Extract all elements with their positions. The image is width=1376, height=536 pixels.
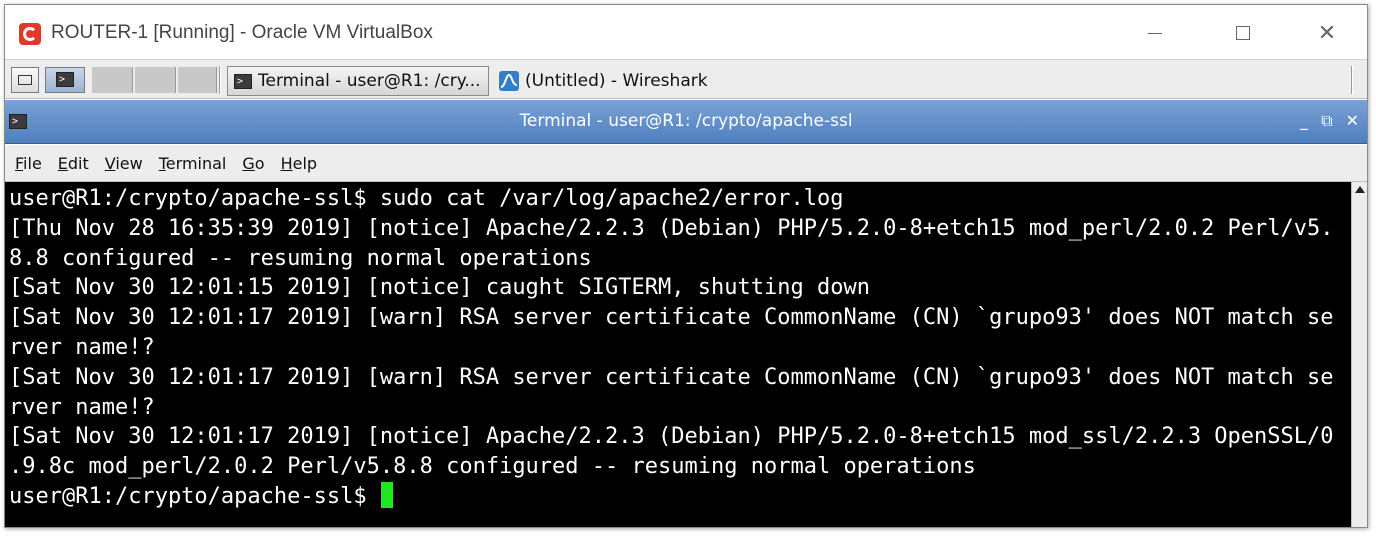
guest-taskbar: > > Terminal - user@R1: /cry... (Untitle…: [5, 59, 1367, 99]
taskbar-item-label: (Untitled) - Wireshark: [525, 71, 708, 91]
taskbar-separator: [219, 66, 221, 94]
workspace-3-button[interactable]: [134, 67, 176, 93]
menu-edit[interactable]: Edit: [58, 154, 89, 173]
taskbar-separator: [1351, 66, 1353, 94]
maximize-button[interactable]: [1223, 19, 1263, 47]
terminal-line: rver name!?: [9, 394, 155, 420]
menu-view[interactable]: View: [105, 154, 143, 173]
menu-file[interactable]: File: [15, 154, 42, 173]
terminal-line: [Sat Nov 30 12:01:17 2019] [warn] RSA se…: [9, 364, 1334, 390]
terminal-line: 8.8 configured -- resuming normal operat…: [9, 245, 592, 271]
minimize-button[interactable]: [1135, 19, 1175, 47]
terminal-line: [Sat Nov 30 12:01:17 2019] [warn] RSA se…: [9, 305, 1334, 331]
scroll-up-icon[interactable]: [1355, 186, 1365, 193]
terminal-window-title: Terminal - user@R1: /crypto/apache-ssl: [519, 111, 853, 131]
desktop-icon: [18, 75, 32, 85]
minimize-icon: [1148, 32, 1162, 34]
wireshark-icon: [499, 71, 519, 91]
host-title-bar[interactable]: ROUTER-1 [Running] - Oracle VM VirtualBo…: [5, 5, 1367, 59]
terminal-output[interactable]: user@R1:/crypto/apache-ssl$ sudo cat /va…: [5, 182, 1351, 527]
workspace-4-button[interactable]: [177, 67, 217, 93]
terminal-icon: >: [56, 72, 74, 87]
terminal-line: [Sat Nov 30 12:01:17 2019] [notice] Apac…: [9, 424, 1334, 450]
menu-go[interactable]: Go: [242, 154, 264, 173]
workspace-2-button[interactable]: [91, 67, 133, 93]
taskbar-item-wireshark[interactable]: (Untitled) - Wireshark: [495, 66, 755, 96]
terminal-prompt-line[interactable]: user@R1:/crypto/apache-ssl$: [9, 481, 1351, 512]
terminal-title-bar[interactable]: > Terminal - user@R1: /crypto/apache-ssl…: [5, 100, 1367, 144]
terminal-scrollbar[interactable]: [1351, 182, 1367, 527]
taskbar-item-label: Terminal - user@R1: /cry...: [258, 71, 481, 91]
virtualbox-window: ROUTER-1 [Running] - Oracle VM VirtualBo…: [4, 4, 1368, 528]
virtualbox-icon: [19, 23, 41, 45]
maximize-icon: [1236, 26, 1250, 40]
taskbar-item-terminal[interactable]: > Terminal - user@R1: /cry...: [227, 66, 489, 96]
menu-terminal[interactable]: Terminal: [159, 154, 227, 173]
shell-prompt: user@R1:/crypto/apache-ssl$: [9, 483, 380, 509]
terminal-cursor: [380, 481, 393, 508]
terminal-line: user@R1:/crypto/apache-ssl$ sudo cat /va…: [9, 186, 844, 211]
menu-help[interactable]: Help: [281, 154, 317, 173]
close-button[interactable]: ✕: [1307, 19, 1347, 47]
terminal-menu-bar: File Edit View Terminal Go Help: [5, 145, 1367, 182]
terminal-window-controls[interactable]: _ ⧉ ✕: [1300, 111, 1363, 131]
terminal-line: rver name!?: [9, 334, 155, 360]
terminal-icon: >: [234, 73, 252, 89]
terminal-line: .9.8c mod_perl/2.0.2 Perl/v5.8.8 configu…: [9, 454, 976, 480]
close-icon: ✕: [1317, 20, 1337, 46]
show-desktop-button[interactable]: [11, 67, 39, 93]
host-window-title: ROUTER-1 [Running] - Oracle VM VirtualBo…: [51, 22, 433, 43]
terminal-line: [Sat Nov 30 12:01:15 2019] [notice] caug…: [9, 275, 870, 301]
terminal-line: [Thu Nov 28 16:35:39 2019] [notice] Apac…: [9, 215, 1334, 241]
workspace-1-button[interactable]: >: [45, 67, 85, 93]
